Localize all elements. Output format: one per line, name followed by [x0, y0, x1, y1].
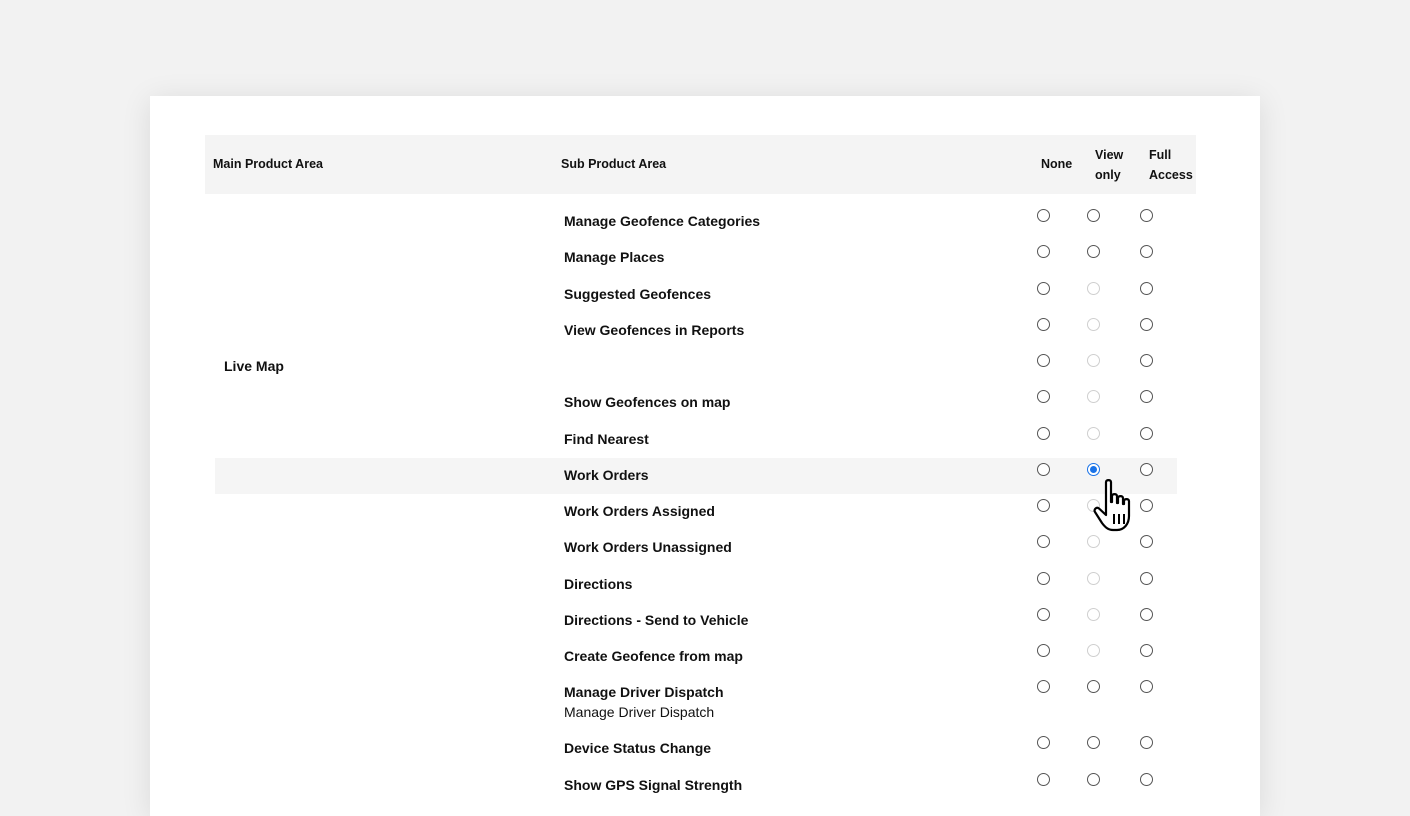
radio-none[interactable] — [1037, 462, 1050, 476]
radio-full[interactable] — [1140, 607, 1153, 621]
header-main-product-area: Main Product Area — [213, 157, 323, 171]
header-full-line2: Access — [1149, 168, 1193, 182]
sub-area-label: Show GPS Signal Strength — [564, 776, 743, 793]
sub-area-label: View Geofences in Reports — [564, 321, 745, 338]
table-row: Directions — [215, 567, 1177, 603]
table-row — [215, 349, 1177, 385]
radio-full[interactable] — [1140, 772, 1153, 786]
table-row: Show GPS Signal Strength — [215, 768, 1177, 804]
radio-view — [1087, 535, 1100, 549]
radio-full[interactable] — [1140, 680, 1153, 694]
sub-area-sublabel: Manage Driver Dispatch — [564, 704, 715, 721]
sub-area-label: Create Geofence from map — [564, 648, 743, 664]
table-row: Show Geofences on map — [215, 385, 1177, 421]
sub-area-label: Manage Driver Dispatch — [564, 684, 724, 701]
radio-view[interactable] — [1087, 736, 1100, 750]
table-row: Create Geofence from map — [215, 639, 1177, 675]
radio-full[interactable] — [1140, 736, 1153, 750]
sub-area-label: Work Orders — [564, 466, 649, 483]
radio-none[interactable] — [1037, 772, 1050, 786]
table-row: View Geofences in Reports — [215, 313, 1177, 349]
radio-view — [1087, 317, 1100, 331]
table-row: Directions - Send to Vehicle — [215, 603, 1177, 639]
sub-area-label: Directions - Send to Vehicle — [564, 611, 749, 628]
header-view-line1: View — [1095, 148, 1124, 162]
radio-none[interactable] — [1037, 354, 1050, 367]
table-row: Work Orders Assigned — [215, 494, 1177, 530]
table-row: Manage Driver Dispatch Manage Driver Disp… — [215, 675, 1177, 720]
radio-none[interactable] — [1037, 571, 1050, 585]
radio-full[interactable] — [1140, 390, 1153, 404]
radio-none[interactable] — [1037, 317, 1050, 331]
sub-area-label: Work Orders Unassigned — [564, 539, 732, 556]
header-none: None — [1041, 157, 1073, 171]
radio-full[interactable] — [1140, 499, 1153, 512]
radio-full[interactable] — [1140, 644, 1153, 657]
radio-full[interactable] — [1140, 281, 1153, 295]
header-sub-product-area: Sub Product Area — [561, 157, 667, 171]
sub-area-label: Find Nearest — [564, 430, 649, 447]
radio-full[interactable] — [1140, 535, 1153, 549]
radio-full[interactable] — [1140, 245, 1153, 259]
table-header: Main Product Area Sub Product Area None … — [205, 135, 1196, 194]
radio-none[interactable] — [1037, 426, 1050, 440]
radio-full[interactable] — [1140, 462, 1153, 476]
header-full-line1: Full — [1149, 148, 1172, 162]
table-row: Work Orders — [215, 457, 1177, 494]
sub-area-label: Directions — [564, 575, 633, 592]
radio-view[interactable] — [1087, 245, 1100, 259]
table-row: Find Nearest — [215, 422, 1177, 458]
radio-view[interactable] — [1087, 462, 1100, 476]
table-row: Suggested Geofences — [215, 277, 1177, 313]
sub-area-label: Manage Places — [564, 249, 665, 266]
radio-none[interactable] — [1037, 736, 1050, 750]
radio-none[interactable] — [1037, 281, 1050, 295]
radio-view — [1087, 281, 1100, 295]
radio-view[interactable] — [1087, 680, 1100, 694]
radio-view — [1087, 390, 1100, 404]
radio-none[interactable] — [1037, 607, 1050, 621]
radio-full[interactable] — [1140, 426, 1153, 440]
header-view-line2: only — [1095, 168, 1121, 182]
radio-full[interactable] — [1140, 354, 1153, 367]
radio-view — [1087, 607, 1100, 621]
radio-none[interactable] — [1037, 535, 1050, 549]
sub-area-label: Work Orders Assigned — [564, 503, 715, 519]
radio-view[interactable] — [1087, 772, 1100, 786]
radio-none[interactable] — [1037, 245, 1050, 259]
table-row: Manage Geofence Categories — [215, 204, 1177, 240]
header-view-only: View only — [1095, 145, 1123, 185]
radio-none[interactable] — [1037, 680, 1050, 694]
sub-area-label: Device Status Change — [564, 740, 712, 757]
radio-view[interactable] — [1087, 209, 1100, 222]
radio-full[interactable] — [1140, 317, 1153, 331]
sub-area-label: Show Geofences on map — [564, 394, 731, 411]
sub-area-label: Suggested Geofences — [564, 285, 712, 302]
radio-none[interactable] — [1037, 209, 1050, 222]
radio-none[interactable] — [1037, 390, 1050, 404]
radio-view — [1087, 571, 1100, 585]
table-row: Device Status Change — [215, 731, 1177, 767]
radio-none[interactable] — [1037, 499, 1050, 512]
radio-full[interactable] — [1140, 209, 1153, 222]
radio-view — [1087, 499, 1100, 512]
table-row: Manage Places — [215, 240, 1177, 276]
permissions-card: Main Product Area Sub Product Area None … — [150, 96, 1260, 816]
radio-full[interactable] — [1140, 571, 1153, 585]
sub-area-label: Manage Geofence Categories — [564, 213, 761, 229]
radio-view — [1087, 644, 1100, 657]
table-row: Work Orders Unassigned — [215, 530, 1177, 566]
header-full-access: Full Access — [1149, 145, 1193, 185]
radio-view — [1087, 426, 1100, 440]
radio-none[interactable] — [1037, 644, 1050, 657]
radio-view — [1087, 354, 1100, 367]
